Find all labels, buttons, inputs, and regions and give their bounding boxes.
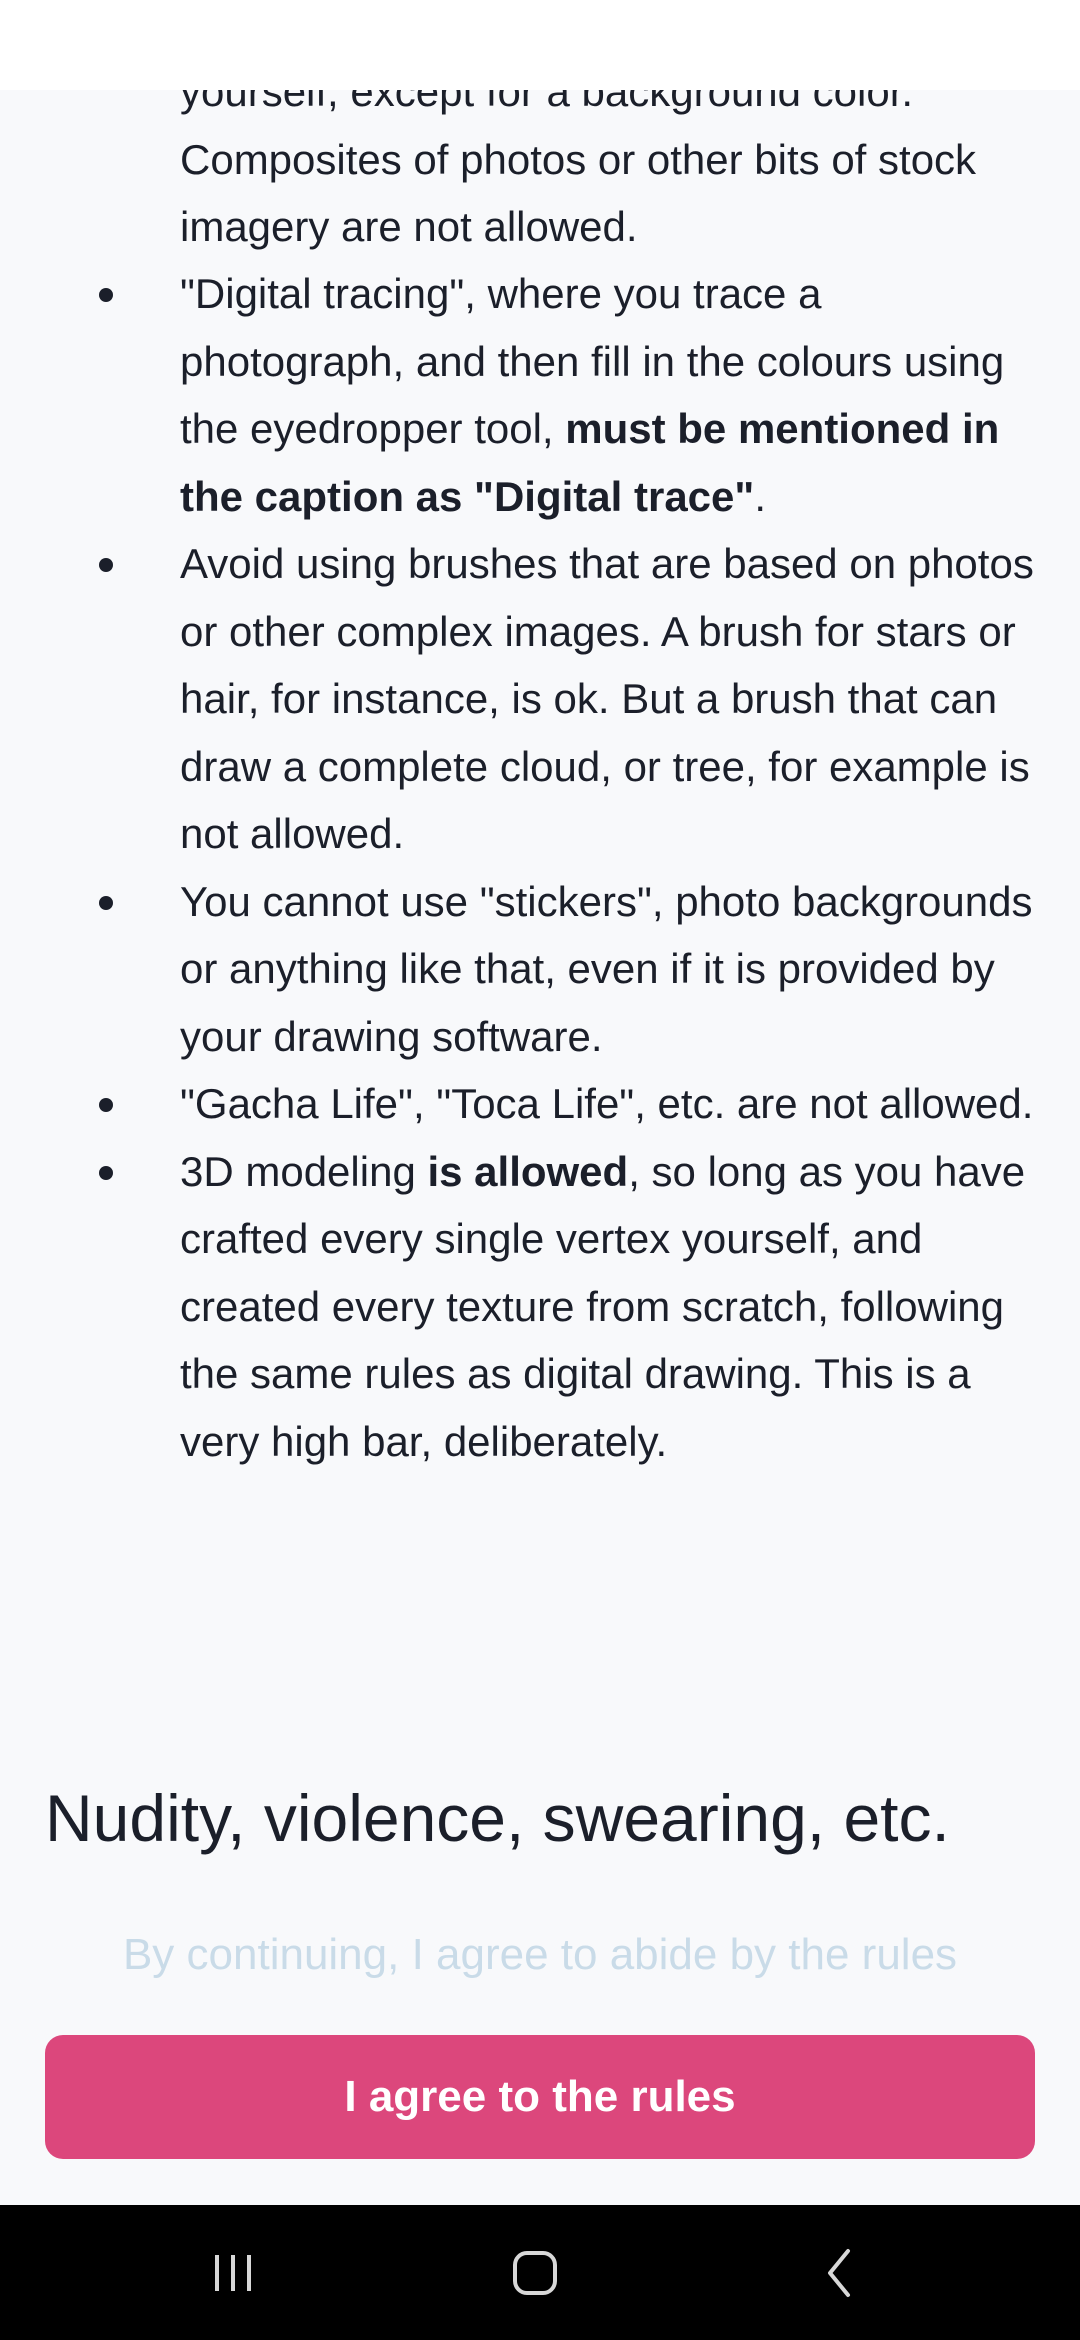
bullet-icon xyxy=(99,1165,113,1180)
rule-text: 3D modeling xyxy=(180,1147,428,1195)
home-button[interactable] xyxy=(465,2205,605,2340)
agree-notice: By continuing, I agree to abide by the r… xyxy=(122,1930,958,1979)
list-item: "Digital tracing", where you trace a pho… xyxy=(0,260,1080,530)
back-button[interactable] xyxy=(770,2205,910,2340)
recents-button[interactable] xyxy=(163,2205,303,2340)
rule-text-end: , so long as you have crafted every sing… xyxy=(180,1147,1026,1465)
rule-text: You cannot use "stickers", photo backgro… xyxy=(180,877,1033,1060)
home-icon xyxy=(513,2250,557,2295)
rule-text-end: . xyxy=(754,472,766,520)
list-item: 3D modeling is allowed, so long as you h… xyxy=(0,1138,1080,1476)
rules-list: "Digital tracing", where you trace a pho… xyxy=(0,260,1080,1475)
bullet-icon xyxy=(99,1098,113,1112)
agreement-footer: By continuing, I agree to abide by the r… xyxy=(0,1890,1080,2205)
rule-text-bold: is allowed xyxy=(427,1147,629,1195)
recents-icon xyxy=(215,2254,251,2291)
back-icon xyxy=(828,2248,850,2297)
bullet-icon xyxy=(99,558,113,572)
bullet-icon xyxy=(99,288,113,302)
rule-text-continuation: yourself, except for a background color.… xyxy=(180,90,977,250)
bullet-icon xyxy=(99,895,113,910)
section-heading: Nudity, violence, swearing, etc. xyxy=(45,1781,950,1855)
navigation-bar xyxy=(0,2205,1080,2340)
rules-scroll-area[interactable]: yourself, except for a background color.… xyxy=(0,90,1080,1890)
list-item: Avoid using brushes that are based on ph… xyxy=(0,530,1080,868)
list-item: "Gacha Life", "Toca Life", etc. are not … xyxy=(0,1070,1080,1138)
agree-button[interactable]: I agree to the rules xyxy=(45,2035,1035,2159)
status-bar xyxy=(0,0,1080,90)
rule-text: "Gacha Life", "Toca Life", etc. are not … xyxy=(180,1080,1034,1127)
rule-text: Avoid using brushes that are based on ph… xyxy=(180,540,1034,857)
list-item: You cannot use "stickers", photo backgro… xyxy=(0,868,1080,1071)
